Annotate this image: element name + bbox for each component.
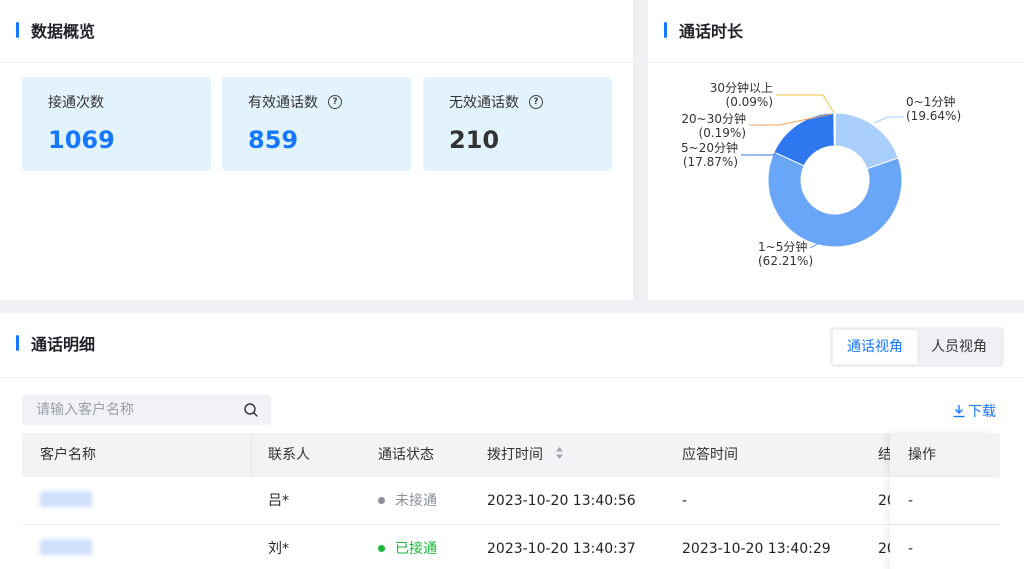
slice-label: 5~20分钟 (681, 140, 738, 155)
table-header: 客户名称 联系人 通话状态 拨打时间 应答时间 结 操作 (22, 433, 1000, 477)
stat-card: 无效通话数? 210 (423, 77, 612, 171)
status-dot (378, 544, 385, 552)
title-accent-bar (16, 335, 19, 351)
view-switch: 通话视角 人员视角 (830, 327, 1004, 367)
slice-percent-label: (17.87%) (683, 155, 738, 169)
divider (0, 62, 633, 63)
stat-value: 210 (449, 126, 500, 154)
download-icon (953, 405, 965, 418)
slice-label: 1~5分钟 (758, 239, 807, 254)
answer-time-cell: - (682, 493, 688, 509)
label-leader-line (873, 116, 904, 124)
divider (0, 377, 1024, 378)
col-dial-time[interactable]: 拨打时间 (487, 433, 677, 477)
label-leader-line (776, 94, 835, 114)
status-dot (378, 496, 385, 504)
stat-label: 有效通话数? (248, 92, 342, 112)
help-icon[interactable]: ? (328, 95, 342, 109)
dial-time-cell: 2023-10-20 13:40:56 (487, 493, 636, 509)
table-row[interactable]: 吕* 未接通 2023-10-20 13:40:56 - 20 - (22, 477, 1000, 525)
slice-percent-label: (0.09%) (726, 95, 773, 109)
column-resize-handle[interactable] (251, 433, 252, 477)
customer-search (22, 395, 271, 425)
title-accent-bar (664, 22, 667, 38)
view-call-button[interactable]: 通话视角 (833, 330, 917, 364)
stat-label: 接通次数 (48, 95, 104, 111)
slice-percent-label: (0.19%) (699, 126, 746, 140)
col-call-status: 通话状态 (378, 447, 434, 463)
duration-donut-chart: 0~1分钟(19.64%) 1~5分钟(62.21%) 5~20分钟(17.87%)… (681, 80, 961, 268)
end-time-cell: 20 (878, 493, 890, 509)
answer-time-cell: 2023-10-20 13:40:29 (682, 541, 831, 557)
col-answer-time: 应答时间 (682, 447, 738, 463)
operation-cell: - (890, 525, 1000, 569)
overview-card: 数据概览 接通次数 1069 有效通话数? 859 无效通话数? 210 (0, 0, 633, 300)
customer-name-redacted (40, 491, 92, 507)
stat-card: 有效通话数? 859 (222, 77, 411, 171)
title-accent-bar (16, 22, 19, 38)
status-cell: 未接通 (378, 477, 437, 525)
search-icon[interactable] (243, 402, 259, 418)
detail-card: 通话明细 通话视角 人员视角 下载 客户名称 联系人 通话状态 拨打时间 (0, 313, 1024, 569)
contact-cell: 刘* (268, 541, 289, 557)
download-button[interactable]: 下载 (952, 401, 996, 421)
dial-time-cell: 2023-10-20 13:40:37 (487, 541, 636, 557)
col-contact: 联系人 (268, 447, 310, 463)
slice-percent-label: (19.64%) (906, 109, 961, 123)
status-cell: 已接通 (378, 525, 437, 569)
customer-name-redacted (40, 539, 92, 555)
view-staff-button[interactable]: 人员视角 (917, 330, 1001, 364)
stat-card: 接通次数 1069 (22, 77, 211, 171)
call-detail-table: 客户名称 联系人 通话状态 拨打时间 应答时间 结 操作 吕* 未接通 2023… (22, 433, 1000, 569)
slice-label: 30分钟以上 (710, 80, 773, 95)
donut-slice[interactable] (834, 112, 899, 170)
col-end-time: 结 (878, 447, 890, 463)
slice-percent-label: (62.21%) (758, 254, 813, 268)
slice-label: 0~1分钟 (906, 94, 955, 109)
end-time-cell: 20 (878, 541, 890, 557)
col-operation: 操作 (890, 433, 1000, 477)
slice-label: 20~30分钟 (681, 111, 746, 126)
col-customer-name: 客户名称 (40, 447, 96, 463)
operation-cell: - (890, 477, 1000, 524)
stat-value: 1069 (48, 126, 115, 154)
detail-title: 通话明细 (16, 331, 95, 355)
customer-search-input[interactable] (22, 395, 237, 425)
overview-title: 数据概览 (16, 18, 95, 42)
table-row[interactable]: 刘* 已接通 2023-10-20 13:40:37 2023-10-20 13… (22, 525, 1000, 569)
duration-title: 通话时长 (664, 18, 743, 42)
donut-slice[interactable] (767, 151, 903, 248)
sort-icon[interactable] (555, 446, 564, 460)
stat-label: 无效通话数? (449, 92, 543, 112)
help-icon[interactable]: ? (529, 95, 543, 109)
stat-value: 859 (248, 126, 299, 154)
donut-slice[interactable] (834, 112, 836, 147)
contact-cell: 吕* (268, 493, 289, 509)
duration-card: 通话时长 0~1分钟 (19.64%) 1~5分钟 (62.21%) 5~20分钟 (17… (648, 0, 1024, 300)
